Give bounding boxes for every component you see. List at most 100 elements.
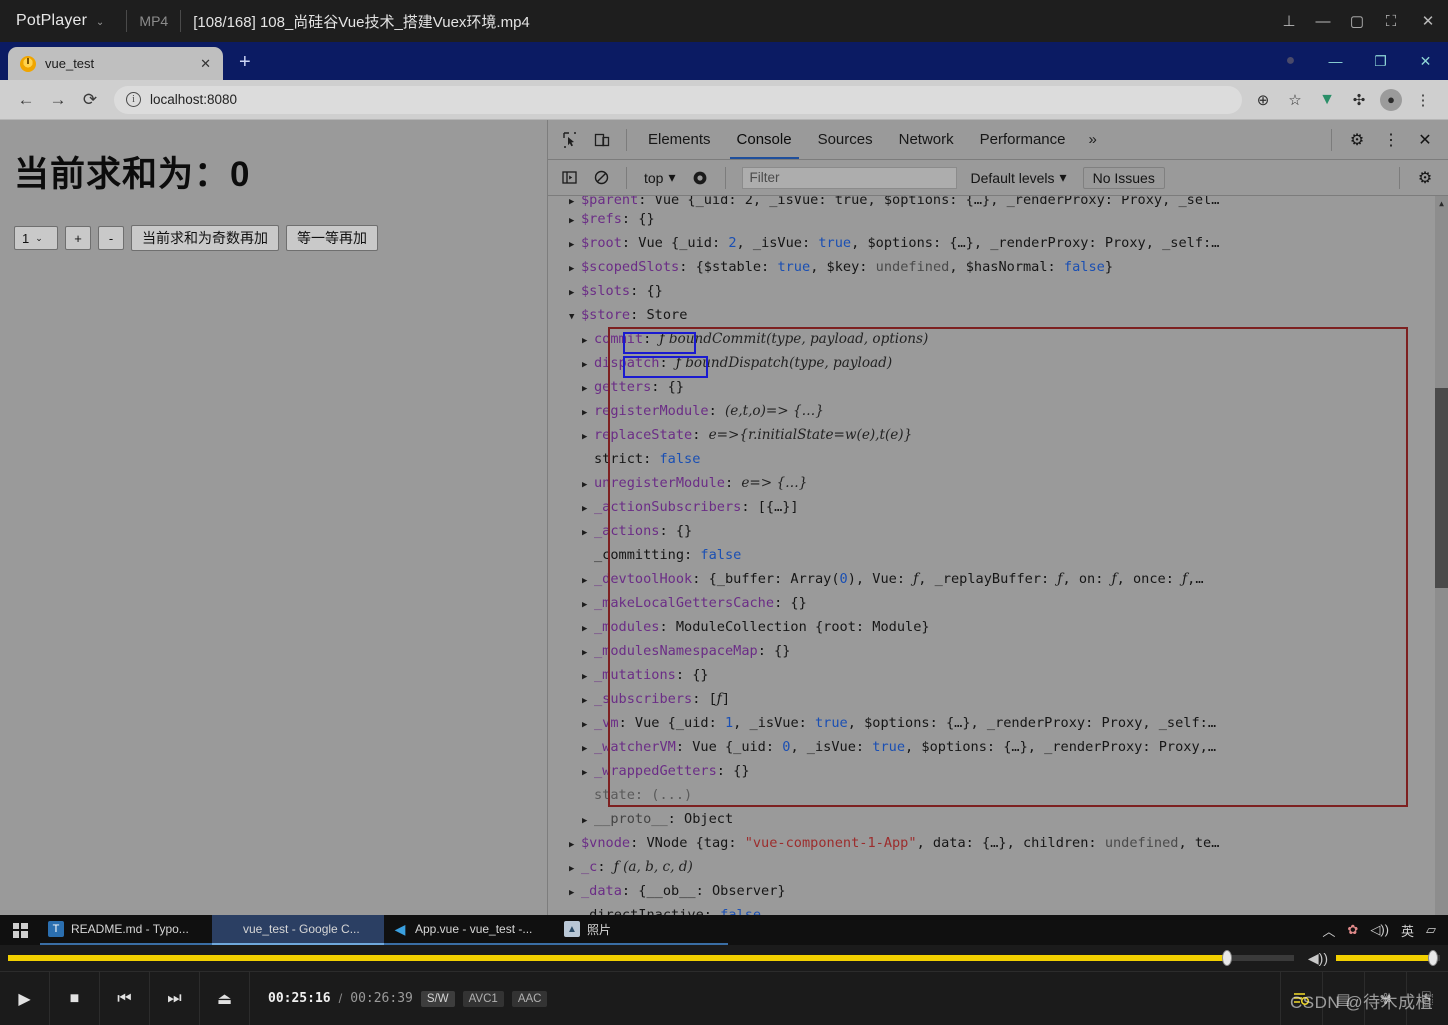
- console-line[interactable]: ▶ $root: Vue {_uid: 2, _isVue: true, $opt…: [556, 232, 1448, 256]
- play-button[interactable]: ▶: [0, 971, 50, 1025]
- expand-arrow-open-icon[interactable]: ▼: [569, 305, 581, 329]
- live-expression-eye-icon[interactable]: [685, 164, 715, 192]
- devtools-menu-icon[interactable]: ⋮: [1374, 123, 1408, 157]
- expand-arrow-closed-icon[interactable]: ▶: [582, 617, 594, 641]
- ime-indicator-icon[interactable]: 英: [1401, 921, 1414, 940]
- console-line[interactable]: ▶ _wrappedGetters: {}: [556, 760, 1448, 784]
- console-line[interactable]: ▶ $parent: Vue {_uid: 2, _isVue: true, $o…: [556, 196, 1448, 208]
- avatar[interactable]: ●: [1376, 85, 1406, 115]
- expand-arrow-closed-icon[interactable]: ▶: [582, 401, 594, 425]
- console-scrollbar-thumb[interactable]: [1435, 388, 1448, 588]
- issues-badge[interactable]: No Issues: [1082, 166, 1165, 189]
- console-line[interactable]: ▶ _subscribers: [ƒ]: [556, 688, 1448, 712]
- increment-async-button[interactable]: 等一等再加: [286, 225, 378, 251]
- console-line[interactable]: ▶ __proto__: Object: [556, 808, 1448, 832]
- console-line[interactable]: ▶ _makeLocalGettersCache: {}: [556, 592, 1448, 616]
- close-icon[interactable]: ✕: [196, 56, 215, 72]
- scroll-up-arrow-icon[interactable]: ▲: [1435, 196, 1448, 210]
- expand-arrow-closed-icon[interactable]: ▶: [582, 425, 594, 449]
- expand-arrow-closed-icon[interactable]: ▶: [582, 809, 594, 833]
- expand-arrow-closed-icon[interactable]: ▶: [582, 665, 594, 689]
- console-line[interactable]: ▶ replaceState: e=>{r.initialState=w(e),t…: [556, 424, 1448, 448]
- expand-arrow-closed-icon[interactable]: ▶: [582, 521, 594, 545]
- pin-icon[interactable]: ⊥: [1272, 0, 1306, 42]
- tab-sources[interactable]: Sources: [805, 121, 886, 159]
- console-line[interactable]: ▼ $store: Store: [556, 304, 1448, 328]
- reload-button[interactable]: ⟳: [74, 84, 106, 116]
- start-button[interactable]: [0, 922, 40, 938]
- execution-context-selector[interactable]: top ▾: [637, 169, 683, 186]
- close-icon[interactable]: ✕: [1408, 123, 1442, 157]
- console-line[interactable]: ▶ getters: {}: [556, 376, 1448, 400]
- console-line[interactable]: ▶ $vnode: VNode {tag: "vue-component-1-Ap…: [556, 832, 1448, 856]
- expand-arrow-closed-icon[interactable]: ▶: [582, 497, 594, 521]
- taskbar-item-chrome[interactable]: vue_test - Google C...: [212, 915, 384, 945]
- gear-icon[interactable]: ⚙: [1340, 123, 1374, 157]
- chrome-menu-icon[interactable]: ⋮: [1408, 85, 1438, 115]
- restore-icon[interactable]: ❐: [1358, 42, 1403, 80]
- site-info-icon[interactable]: i: [126, 92, 141, 107]
- stop-button[interactable]: ■: [50, 971, 100, 1025]
- expand-arrow-closed-icon[interactable]: ▶: [582, 329, 594, 353]
- increment-button[interactable]: +: [65, 226, 91, 250]
- clear-console-icon[interactable]: [586, 164, 616, 192]
- close-icon[interactable]: ✕: [1403, 42, 1448, 80]
- console-line[interactable]: ▶ $slots: {}: [556, 280, 1448, 304]
- tab-console[interactable]: Console: [724, 121, 805, 159]
- console-line[interactable]: ▶ $scopedSlots: {$stable: true, $key: und…: [556, 256, 1448, 280]
- tab-performance[interactable]: Performance: [967, 121, 1079, 159]
- maximize-icon[interactable]: ▢: [1340, 0, 1374, 42]
- expand-arrow-closed-icon[interactable]: ▶: [582, 641, 594, 665]
- toggle-device-toolbar-icon[interactable]: [586, 125, 618, 155]
- bookmark-icon[interactable]: ▤: [1322, 971, 1364, 1025]
- console-line[interactable]: ▶ unregisterModule: e=> {…}: [556, 472, 1448, 496]
- expand-arrow-closed-icon[interactable]: ▶: [569, 209, 581, 233]
- expand-arrow-closed-icon[interactable]: ▶: [569, 881, 581, 905]
- volume-bar-knob[interactable]: [1427, 950, 1438, 966]
- flower-icon[interactable]: ✿: [1347, 922, 1358, 938]
- console-scrollbar[interactable]: ▲: [1435, 196, 1448, 915]
- fullscreen-icon[interactable]: ⛶: [1374, 0, 1408, 42]
- taskbar-item-photos[interactable]: ▲ 照片: [556, 915, 728, 945]
- expand-arrow-closed-icon[interactable]: ▶: [569, 257, 581, 281]
- settings-gear-icon[interactable]: ✾: [1364, 971, 1406, 1025]
- console-sidebar-toggle-icon[interactable]: [554, 164, 584, 192]
- console-line[interactable]: ▶ _actions: {}: [556, 520, 1448, 544]
- previous-button[interactable]: ⏮: [100, 971, 150, 1025]
- browser-tab[interactable]: vue_test ✕: [8, 47, 223, 80]
- log-levels-dropdown[interactable]: Default levels ▾: [965, 169, 1073, 186]
- inspect-element-icon[interactable]: [554, 125, 586, 155]
- tab-network[interactable]: Network: [886, 121, 967, 159]
- playlist-icon[interactable]: [1280, 971, 1322, 1025]
- volume-bar[interactable]: [1336, 950, 1440, 966]
- expand-arrow-closed-icon[interactable]: ▶: [582, 377, 594, 401]
- next-button[interactable]: ⏭: [150, 971, 200, 1025]
- expand-arrow-closed-icon[interactable]: ▶: [582, 713, 594, 737]
- more-tabs-icon[interactable]: »: [1079, 131, 1107, 148]
- extensions-puzzle-icon[interactable]: ✣: [1344, 85, 1374, 115]
- eject-button[interactable]: ⏏: [200, 971, 250, 1025]
- console-line[interactable]: ▶ _c: ƒ (a, b, c, d): [556, 856, 1448, 880]
- expand-arrow-closed-icon[interactable]: ▶: [582, 593, 594, 617]
- increment-if-odd-button[interactable]: 当前求和为奇数再加: [131, 225, 279, 251]
- console-line[interactable]: ▶ registerModule: (e,t,o)=> {…}: [556, 400, 1448, 424]
- console-line[interactable]: ▶ commit: ƒ boundCommit(type, payload, op…: [556, 328, 1448, 352]
- volume-icon[interactable]: ◁)): [1370, 922, 1389, 938]
- volume-icon[interactable]: ◀)): [1308, 950, 1328, 967]
- console-settings-gear-icon[interactable]: ⚙: [1408, 161, 1442, 195]
- expand-arrow-closed-icon[interactable]: ▶: [582, 353, 594, 377]
- taskbar-item-typora[interactable]: T README.md - Typo...: [40, 915, 212, 945]
- expand-arrow-closed-icon[interactable]: ▶: [582, 689, 594, 713]
- tab-elements[interactable]: Elements: [635, 121, 724, 159]
- step-select[interactable]: 1 ⌄: [14, 226, 58, 250]
- bookmark-star-icon[interactable]: ☆: [1280, 85, 1310, 115]
- action-center-icon[interactable]: ▱: [1426, 922, 1436, 938]
- vue-devtools-icon[interactable]: ▼: [1312, 85, 1342, 115]
- forward-button[interactable]: →: [42, 84, 74, 116]
- console-line[interactable]: ▶ _data: {__ob__: Observer}: [556, 880, 1448, 904]
- console-line[interactable]: ▶ _vm: Vue {_uid: 1, _isVue: true, $optio…: [556, 712, 1448, 736]
- console-line[interactable]: ▶state: (...): [556, 784, 1448, 808]
- address-bar[interactable]: i localhost:8080: [114, 85, 1242, 114]
- console-line[interactable]: ▶ $refs: {}: [556, 208, 1448, 232]
- console-line[interactable]: ▶ _modulesNamespaceMap: {}: [556, 640, 1448, 664]
